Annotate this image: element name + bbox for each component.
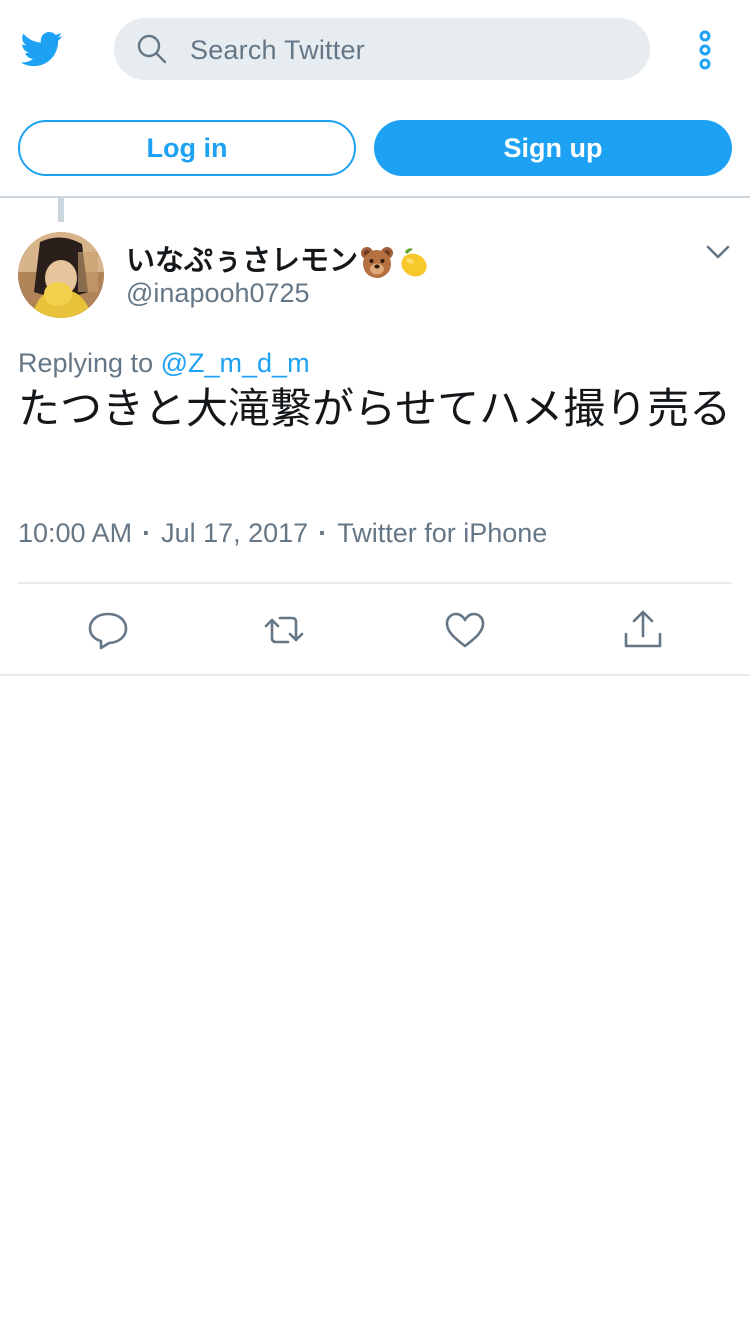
login-button[interactable]: Log in xyxy=(18,120,356,176)
separator-dot: · xyxy=(318,518,328,548)
tweet-metadata: 10:00 AM · Jul 17, 2017 · Twitter for iPhone xyxy=(18,518,547,549)
reply-icon[interactable] xyxy=(86,608,130,652)
tweet-time[interactable]: 10:00 AM xyxy=(18,518,132,548)
signup-button[interactable]: Sign up xyxy=(374,120,732,176)
divider xyxy=(0,674,750,676)
separator-dot: · xyxy=(142,518,152,548)
chevron-down-icon[interactable] xyxy=(704,242,732,262)
author-handle[interactable]: @inapooh0725 xyxy=(126,278,310,309)
author-name-text[interactable]: いなぷぅさレモン xyxy=(126,243,358,277)
more-vertical-icon[interactable] xyxy=(694,30,716,70)
tweet-text: たつきと大滝繋がらせてハメ撮り売る xyxy=(18,384,732,433)
author-name[interactable]: いなぷぅさレモン xyxy=(126,237,430,279)
tweet-source[interactable]: Twitter for iPhone xyxy=(337,518,547,548)
divider xyxy=(0,196,750,198)
avatar[interactable] xyxy=(18,232,104,318)
search-icon xyxy=(137,34,167,64)
tweet-page: Search Twitter Log in Sign up いなぷぅさレモン @… xyxy=(0,0,750,1334)
search-bar[interactable]: Search Twitter xyxy=(114,18,650,80)
thread-connector-line xyxy=(58,198,64,222)
replying-prefix: Replying to xyxy=(18,348,154,378)
twitter-bird-icon[interactable] xyxy=(18,28,66,70)
retweet-icon[interactable] xyxy=(262,608,306,652)
avatar-image xyxy=(18,232,104,318)
tweet-date[interactable]: Jul 17, 2017 xyxy=(161,518,308,548)
bear-face-icon xyxy=(361,247,394,278)
reply-mention-link[interactable]: @Z_m_d_m xyxy=(161,348,310,378)
like-icon[interactable] xyxy=(443,608,487,652)
search-input[interactable]: Search Twitter xyxy=(190,35,365,66)
divider xyxy=(18,582,732,584)
share-icon[interactable] xyxy=(621,608,665,652)
replying-to: Replying to @Z_m_d_m xyxy=(18,348,310,379)
lemon-icon xyxy=(401,248,427,277)
top-bar: Search Twitter xyxy=(0,0,750,96)
